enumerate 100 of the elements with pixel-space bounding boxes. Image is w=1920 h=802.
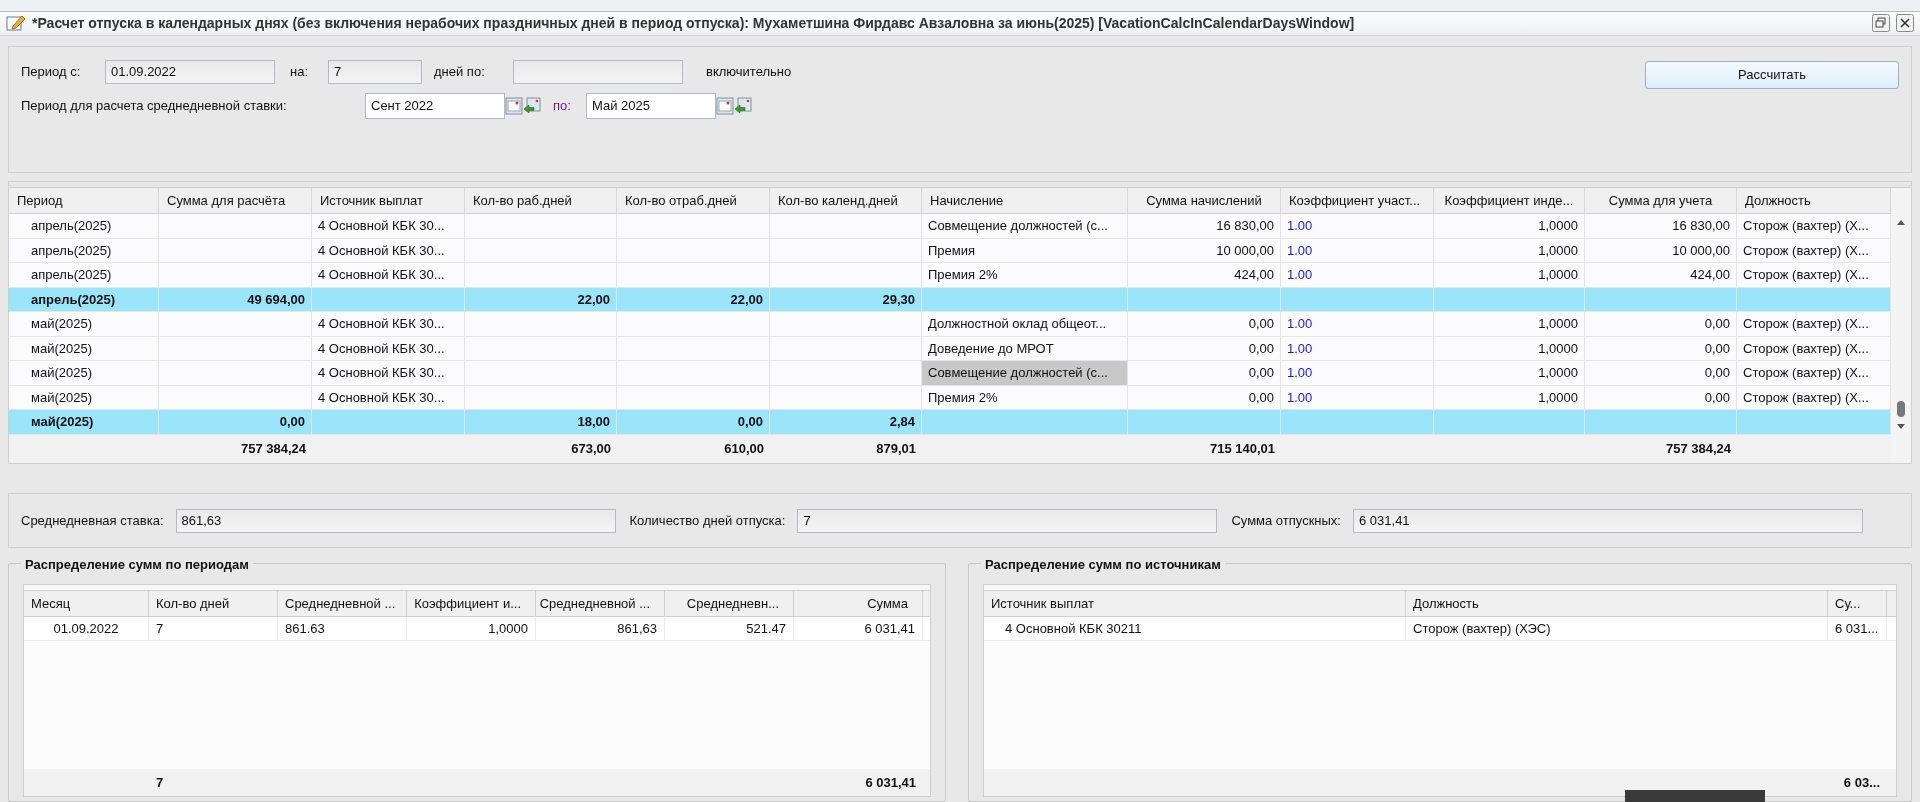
table-cell: Премия 2% [922,263,1128,287]
table-cell: 861,63 [536,617,665,640]
text-field[interactable]: 861,63 [175,508,616,533]
table-cell: 1.00 [1281,336,1434,361]
table-cell: 861.63 [278,617,407,640]
total-cell-text: 757 384,24 [1664,440,1732,459]
restore-icon[interactable] [1872,14,1890,33]
table-cell: 424,00 [1585,263,1737,287]
table-cell: Премия [922,238,1128,263]
column-header[interactable]: Сумма для учета [1585,188,1737,214]
table-cell: 1,0000 [1434,361,1585,385]
table-cell: 0,00 [1128,361,1281,385]
table-row[interactable]: апрель(2025) 4 Основной КБК 30... Совмещение должностей (с... 16 830,00 1.00 1,0000 16 830,00 Сторож (вахтер) (Х... [9,214,1891,239]
edit-icon [6,14,26,33]
text-field[interactable]: 01.09.2022 [105,60,275,84]
total-cell-text: 610,00 [723,440,765,459]
table-cell: 4 Основной КБК 30... [312,214,465,238]
scroll-up-icon[interactable] [1896,218,1906,226]
table-cell: Доведение до МРОТ [922,336,1128,361]
table-cell: 424,00 [1128,263,1281,287]
column-header[interactable]: Период [9,188,159,214]
table-cell: май(2025) [9,410,159,434]
calendar-icon[interactable] [716,97,734,115]
table-cell: Совмещение должностей (с... [922,214,1128,238]
field-label: дней по: [434,63,486,82]
table-cell: 10 000,00 [1585,238,1737,263]
close-icon[interactable] [1896,14,1914,33]
column-header[interactable]: Коэффициент инде... [1434,188,1585,214]
table-cell: 18,00 [465,410,617,434]
column-header[interactable]: Кол-во дней [149,591,278,616]
table-cell: 4 Основной КБК 30... [312,238,465,263]
scrollbar[interactable] [1891,188,1911,463]
column-header[interactable]: Начисление [922,188,1128,214]
table-cell: Должностной оклад общеот... [922,312,1128,336]
column-header[interactable]: Сумма начислений [1128,188,1281,214]
table-cell: 0,00 [159,410,312,434]
month-field[interactable]: Сент 2022 [365,93,505,119]
table-cell: 4 Основной КБК 30... [312,263,465,287]
table-cell: 0,00 [1585,312,1737,336]
total-cell-text: 715 140,01 [1208,440,1276,459]
column-header[interactable]: Коэффициент участ... [1281,188,1434,214]
column-header[interactable]: Должность [1406,591,1828,616]
table-cell: май(2025) [9,385,159,410]
text-field[interactable] [513,60,683,84]
total-cell-text: 6 03... [1842,773,1881,792]
table-cell: 2,84 [770,410,922,434]
table-cell: 7 [149,617,278,640]
column-header[interactable]: Месяц [24,591,149,616]
table-row[interactable]: апрель(2025) 4 Основной КБК 30... Премия 2% 424,00 1.00 1,0000 424,00 Сторож (вахтер) (Х... [9,263,1891,288]
text-field[interactable]: 7 [797,508,1218,533]
column-header[interactable]: Сумма для расчёта [159,188,312,214]
table-cell: 6 031... [1828,617,1887,640]
column-header[interactable]: Среднедневн... [665,591,794,616]
calculate-button[interactable]: Рассчитать [1645,61,1899,89]
table-cell: 0,00 [1585,336,1737,361]
window-title: *Расчет отпуска в календарных днях (без включения нерабочих праздничных дней в период отпуска): Мухаметшина Фирдавс Авзаловна за июнь(2025) [VacationCalcInCalendarDaysWindow] [32,13,1355,33]
column-header[interactable]: Кол-во отраб.дней [617,188,770,214]
scroll-down-icon[interactable] [1896,423,1906,431]
column-header[interactable]: Сумма [794,591,923,616]
month-field[interactable]: Май 2025 [586,93,716,119]
table-cell: Совмещение должностей (с... [922,361,1128,385]
scroll-thumb[interactable] [1897,401,1905,417]
column-header[interactable]: Источник выплат [312,188,465,214]
total-cell-text: 673,00 [570,440,612,459]
column-header[interactable]: Источник выплат [984,591,1406,616]
text-field[interactable]: 6 031,41 [1353,508,1863,533]
table-cell: 1.00 [1281,361,1434,385]
table-cell: май(2025) [9,336,159,361]
table-cell: 0,00 [1128,336,1281,361]
text-field[interactable]: 7 [328,60,422,84]
total-cell-text: 7 [155,773,165,792]
column-header[interactable]: Кол-во раб.дней [465,188,617,214]
table-row[interactable]: май(2025) 4 Основной КБК 30... Доведение до МРОТ 0,00 1.00 1,0000 0,00 Сторож (вахтер) (Х... [9,336,1891,362]
table-cell: 4 Основной КБК 30... [312,312,465,336]
subtotal-row[interactable]: апрель(2025) 49 694,00 22,00 22,00 29,30 [9,287,1891,313]
table-row[interactable]: май(2025) 4 Основной КБК 30... Премия 2% 0,00 1.00 1,0000 0,00 Сторож (вахтер) (Х... [9,385,1891,411]
table-cell: 4 Основной КБК 30... [312,336,465,361]
table-row[interactable]: май(2025) 4 Основной КБК 30... Совмещение должностей (с... 0,00 1.00 1,0000 0,00 Сторож (вахтер) (Х... [9,361,1891,386]
column-header[interactable]: Су... [1828,591,1887,616]
column-header[interactable]: Кол-во календ.дней [770,188,922,214]
table-row[interactable]: май(2025) 4 Основной КБК 30... Должностной оклад общеот... 0,00 1.00 1,0000 0,00 Сторож (вахтер) (Х... [9,312,1891,337]
table-cell: апрель(2025) [9,263,159,287]
table-cell: 1.00 [1281,238,1434,263]
table-cell: 1.00 [1281,312,1434,336]
table-cell: 16 830,00 [1128,214,1281,238]
calendar-icon[interactable] [505,97,523,115]
column-header[interactable]: Среднедневной ... [536,591,665,616]
subtotal-row[interactable]: май(2025) 0,00 18,00 0,00 2,84 [9,410,1891,435]
table-cell: апрель(2025) [9,287,159,312]
table-cell: 0,00 [1128,312,1281,336]
field-label: Среднедневная ставка: [21,511,164,530]
table-cell: 1,0000 [1434,336,1585,361]
total-cell-text: 757 384,24 [239,440,307,459]
table-cell: 6 031,41 [794,617,923,640]
field-label: Период для расчета среднедневной ставки: [21,97,288,116]
table-cell: 4 Основной КБК 30... [312,385,465,410]
field-label: на: [290,63,310,82]
table-row[interactable]: апрель(2025) 4 Основной КБК 30... Премия 10 000,00 1.00 1,0000 10 000,00 Сторож (вахтер) (Х... [9,238,1891,264]
column-header[interactable]: Среднедневной ... [278,591,407,616]
column-header[interactable]: Коэффициент и... [407,591,536,616]
